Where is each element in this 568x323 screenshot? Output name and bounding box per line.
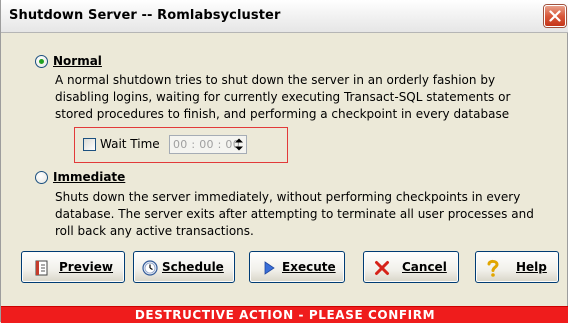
execute-label: Execute <box>282 260 336 274</box>
schedule-button[interactable]: Schedule <box>133 251 235 283</box>
immediate-radio[interactable] <box>35 171 48 184</box>
normal-label[interactable]: Normal <box>53 54 102 68</box>
execute-button[interactable]: Execute <box>249 251 345 283</box>
shutdown-dialog: Shutdown Server -- Romlabsycluster Norma… <box>0 0 568 323</box>
title-bar: Shutdown Server -- Romlabsycluster <box>1 0 568 33</box>
schedule-label: Schedule <box>162 260 224 274</box>
wait-time-checkbox[interactable] <box>83 138 96 151</box>
help-label: Help <box>516 260 547 274</box>
immediate-description-line: roll back any active transactions. <box>55 224 254 238</box>
normal-radio[interactable] <box>35 55 48 68</box>
normal-description-line: A normal shutdown tries to shut down the… <box>55 73 496 87</box>
help-button[interactable]: Help <box>475 251 559 283</box>
normal-description: A normal shutdown tries to shut down the… <box>55 72 510 123</box>
immediate-description-line: database. The server exits after attempt… <box>55 207 534 221</box>
cancel-button[interactable]: Cancel <box>363 251 459 283</box>
preview-label: Preview <box>59 260 114 274</box>
wait-time-spinner[interactable]: 00 : 00 : 00 <box>169 135 247 154</box>
wait-time-label[interactable]: Wait Time <box>100 137 160 151</box>
cancel-label: Cancel <box>402 260 447 274</box>
immediate-description-line: Shuts down the server immediately, witho… <box>55 190 521 204</box>
spinner-arrows-icon[interactable] <box>232 137 246 152</box>
play-arrow-icon <box>264 261 275 275</box>
immediate-description: Shuts down the server immediately, witho… <box>55 189 534 240</box>
x-icon <box>375 261 389 275</box>
preview-button[interactable]: Preview <box>21 251 125 283</box>
normal-description-line: stored procedures to finish, and perform… <box>55 107 510 121</box>
destructive-action-banner: DESTRUCTIVE ACTION - PLEASE CONFIRM <box>1 306 568 323</box>
wait-time-group: Wait Time 00 : 00 : 00 <box>74 127 288 163</box>
document-preview-icon <box>35 260 48 276</box>
normal-description-line: disabling logins, waiting for currently … <box>55 90 511 104</box>
banner-text: DESTRUCTIVE ACTION - PLEASE CONFIRM <box>134 308 436 322</box>
immediate-label[interactable]: Immediate <box>53 170 125 184</box>
clock-icon <box>142 260 158 276</box>
wait-time-value[interactable]: 00 : 00 : 00 <box>173 138 240 151</box>
radio-selected-dot <box>39 59 44 64</box>
window-title: Shutdown Server -- Romlabsycluster <box>9 8 281 23</box>
close-icon <box>549 10 561 22</box>
question-mark-icon <box>487 259 499 277</box>
close-button[interactable] <box>544 5 566 27</box>
